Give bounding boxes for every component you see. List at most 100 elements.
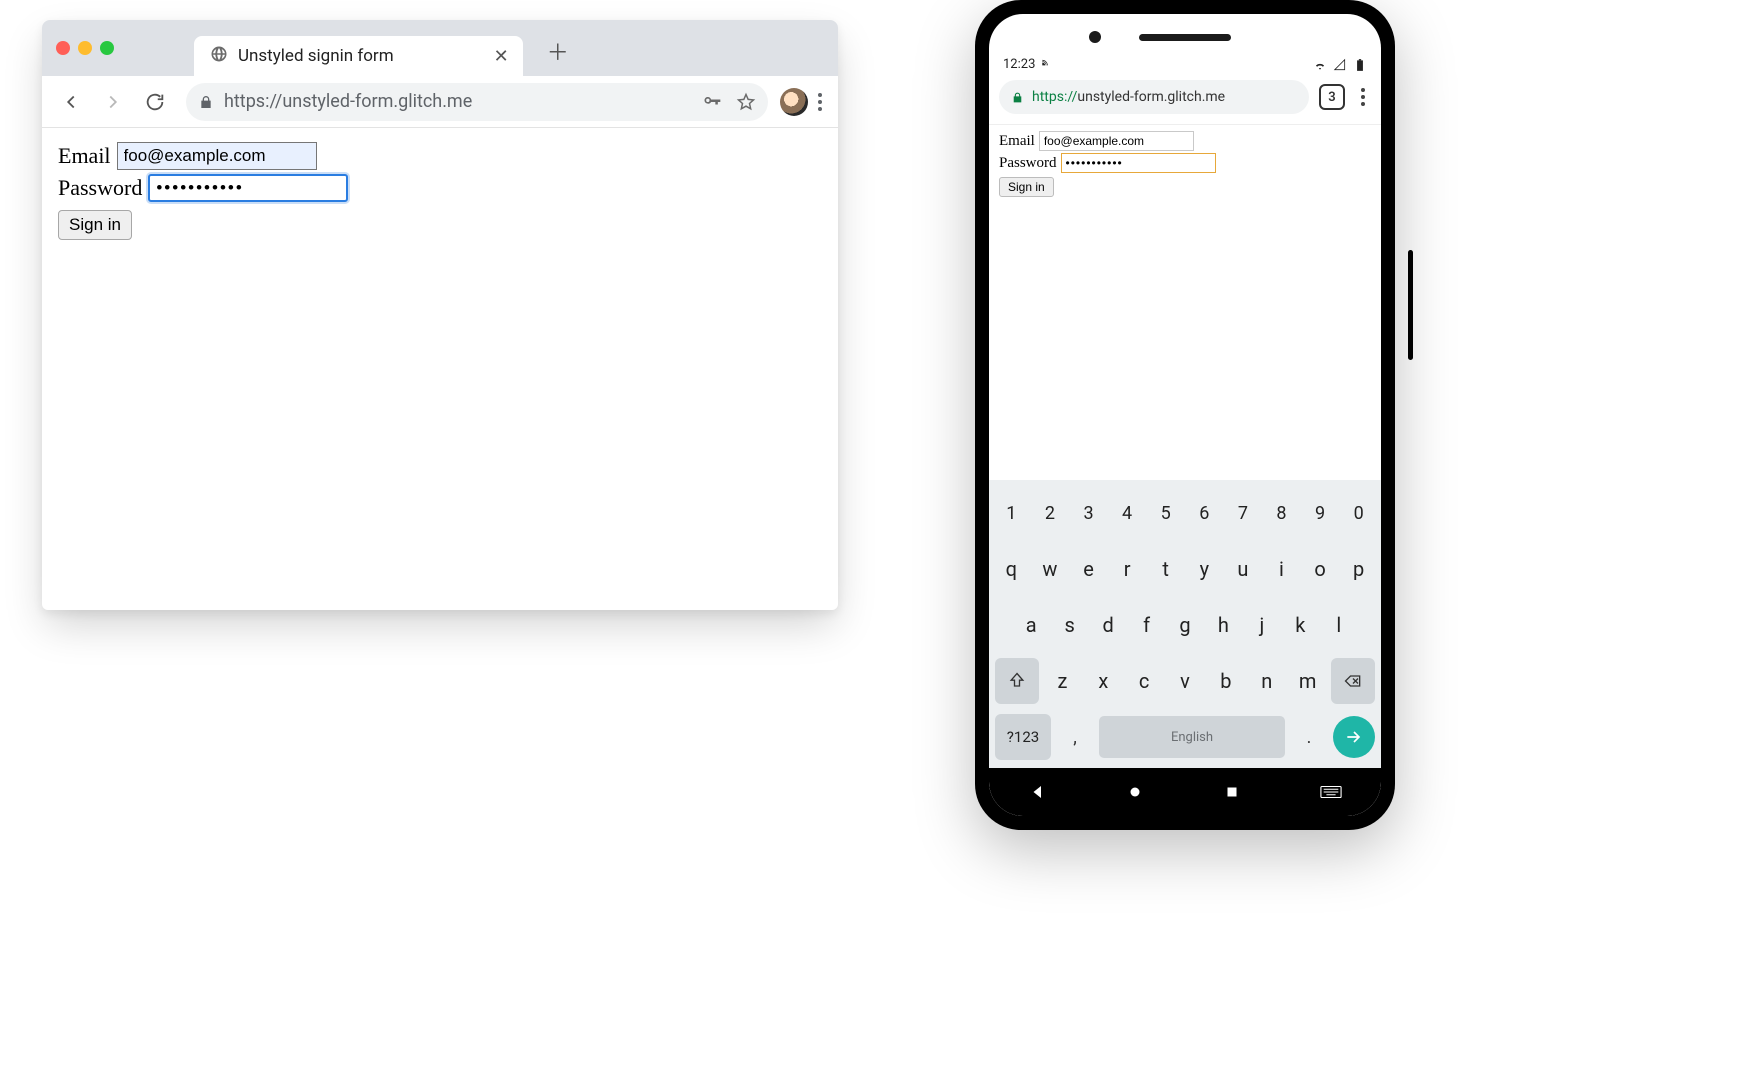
key-a[interactable]: a xyxy=(1015,602,1047,648)
enter-key[interactable] xyxy=(1333,716,1375,758)
nav-home-icon[interactable] xyxy=(1126,783,1144,801)
reload-button[interactable] xyxy=(136,83,174,121)
wifi-icon xyxy=(1313,58,1327,72)
mobile-menu-button[interactable] xyxy=(1355,84,1371,110)
key-9[interactable]: 9 xyxy=(1304,490,1337,536)
key-3[interactable]: 3 xyxy=(1072,490,1105,536)
key-f[interactable]: f xyxy=(1130,602,1162,648)
kb-row-bottom: ?123 , English . xyxy=(995,714,1375,760)
tab-count-button[interactable]: 3 xyxy=(1319,84,1345,110)
mobile-address-bar[interactable]: https://unstyled-form.glitch.me xyxy=(999,80,1309,114)
key-w[interactable]: w xyxy=(1034,546,1067,592)
key-e[interactable]: e xyxy=(1072,546,1105,592)
key-k[interactable]: k xyxy=(1284,602,1316,648)
window-maximize-icon[interactable] xyxy=(100,41,114,55)
nav-keyboard-icon[interactable] xyxy=(1320,785,1342,799)
key-7[interactable]: 7 xyxy=(1227,490,1260,536)
browser-menu-button[interactable] xyxy=(812,87,828,117)
key-4[interactable]: 4 xyxy=(1111,490,1144,536)
key-y[interactable]: y xyxy=(1188,546,1221,592)
phone-front-camera xyxy=(1089,31,1101,43)
key-q[interactable]: q xyxy=(995,546,1028,592)
battery-icon xyxy=(1353,58,1367,72)
key-p[interactable]: p xyxy=(1342,546,1375,592)
key-0[interactable]: 0 xyxy=(1342,490,1375,536)
key-2[interactable]: 2 xyxy=(1034,490,1067,536)
browser-toolbar: https://unstyled-form.glitch.me xyxy=(42,76,838,128)
key-d[interactable]: d xyxy=(1092,602,1124,648)
key-1[interactable]: 1 xyxy=(995,490,1028,536)
desktop-browser-window: Unstyled signin form ✕ ＋ https://unstyle… xyxy=(42,20,838,610)
key-8[interactable]: 8 xyxy=(1265,490,1298,536)
close-tab-icon[interactable]: ✕ xyxy=(494,46,509,67)
key-z[interactable]: z xyxy=(1045,658,1080,704)
space-key[interactable]: English xyxy=(1099,716,1285,758)
back-button[interactable] xyxy=(52,83,90,121)
soft-keyboard: 1234567890 qwertyuiop asdfghjkl zxcvbnm … xyxy=(989,480,1381,768)
key-m[interactable]: m xyxy=(1290,658,1325,704)
power-button xyxy=(1408,250,1413,360)
key-i[interactable]: i xyxy=(1265,546,1298,592)
forward-button[interactable] xyxy=(94,83,132,121)
kb-row-numbers: 1234567890 xyxy=(995,490,1375,536)
window-minimize-icon[interactable] xyxy=(78,41,92,55)
password-input[interactable] xyxy=(148,174,348,202)
window-close-icon[interactable] xyxy=(56,41,70,55)
backspace-key[interactable] xyxy=(1331,658,1375,704)
mobile-browser-toolbar: https://unstyled-form.glitch.me 3 xyxy=(989,76,1381,125)
mobile-password-input[interactable] xyxy=(1061,153,1216,173)
kb-row-mid: asdfghjkl xyxy=(995,602,1375,648)
key-c[interactable]: c xyxy=(1127,658,1162,704)
lock-icon xyxy=(198,94,214,110)
key-icon[interactable] xyxy=(702,92,722,112)
kb-row-bot: zxcvbnm xyxy=(995,658,1375,704)
star-icon[interactable] xyxy=(736,92,756,112)
key-v[interactable]: v xyxy=(1168,658,1203,704)
period-key[interactable]: . xyxy=(1291,716,1327,758)
lock-icon xyxy=(1011,91,1024,104)
key-l[interactable]: l xyxy=(1323,602,1355,648)
key-o[interactable]: o xyxy=(1304,546,1337,592)
window-controls xyxy=(56,41,114,55)
key-b[interactable]: b xyxy=(1208,658,1243,704)
key-h[interactable]: h xyxy=(1207,602,1239,648)
mobile-password-label: Password xyxy=(999,155,1057,172)
key-x[interactable]: x xyxy=(1086,658,1121,704)
android-nav-bar xyxy=(989,768,1381,816)
nav-back-icon[interactable] xyxy=(1029,783,1047,801)
browser-tab[interactable]: Unstyled signin form ✕ xyxy=(194,36,523,76)
mobile-email-input[interactable] xyxy=(1039,131,1194,151)
nav-recent-icon[interactable] xyxy=(1223,783,1241,801)
password-label: Password xyxy=(58,175,142,201)
key-j[interactable]: j xyxy=(1246,602,1278,648)
mobile-email-label: Email xyxy=(999,133,1035,150)
symbols-key[interactable]: ?123 xyxy=(995,714,1051,760)
tab-title: Unstyled signin form xyxy=(238,46,394,66)
status-time: 12:23 xyxy=(1003,57,1035,72)
key-r[interactable]: r xyxy=(1111,546,1144,592)
kb-row-top: qwertyuiop xyxy=(995,546,1375,592)
tab-strip: Unstyled signin form ✕ ＋ xyxy=(42,20,838,76)
profile-avatar[interactable] xyxy=(780,88,808,116)
key-6[interactable]: 6 xyxy=(1188,490,1221,536)
key-n[interactable]: n xyxy=(1249,658,1284,704)
comma-key[interactable]: , xyxy=(1057,716,1093,758)
phone-frame: 12:23 https://unstyled-form.glitch.me 3 … xyxy=(975,0,1395,830)
key-t[interactable]: t xyxy=(1149,546,1182,592)
status-bar: 12:23 xyxy=(989,14,1381,76)
shift-key[interactable] xyxy=(995,658,1039,704)
mobile-sign-in-button[interactable]: Sign in xyxy=(999,177,1054,197)
key-s[interactable]: s xyxy=(1053,602,1085,648)
signal-icon xyxy=(1333,58,1347,72)
globe-icon xyxy=(210,45,228,67)
key-u[interactable]: u xyxy=(1227,546,1260,592)
address-bar[interactable]: https://unstyled-form.glitch.me xyxy=(186,83,768,121)
new-tab-button[interactable]: ＋ xyxy=(547,35,569,67)
url-text: https://unstyled-form.glitch.me xyxy=(224,91,472,112)
key-5[interactable]: 5 xyxy=(1149,490,1182,536)
sign-in-button[interactable]: Sign in xyxy=(58,210,132,240)
mobile-url-text: https://unstyled-form.glitch.me xyxy=(1032,89,1225,105)
email-label: Email xyxy=(58,143,111,169)
key-g[interactable]: g xyxy=(1169,602,1201,648)
email-input[interactable] xyxy=(117,142,317,170)
